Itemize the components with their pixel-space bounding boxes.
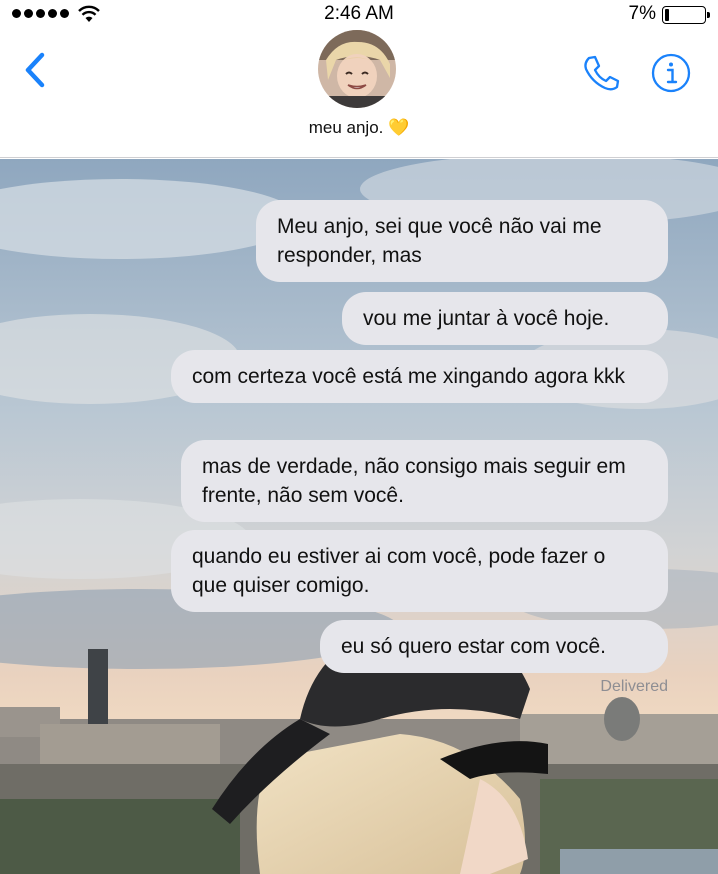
contact-name[interactable]: meu anjo. 💛 [0, 118, 718, 138]
message-thread[interactable]: Meu anjo, sei que você não vai me respon… [0, 159, 718, 874]
message-bubble[interactable]: vou me juntar à você hoje. [342, 292, 668, 345]
message-bubble[interactable]: com certeza você está me xingando agora … [171, 350, 668, 403]
message-bubble[interactable]: quando eu estiver ai com você, pode faze… [171, 530, 668, 612]
message-bubble[interactable]: mas de verdade, não consigo mais seguir … [181, 440, 668, 522]
battery-icon [662, 6, 710, 24]
delivered-status: Delivered [600, 678, 668, 695]
info-icon[interactable] [650, 52, 692, 94]
message-bubble[interactable]: eu só quero estar com você. [320, 620, 668, 673]
phone-icon[interactable] [580, 52, 622, 94]
message-bubble[interactable]: Meu anjo, sei que você não vai me respon… [256, 200, 668, 282]
conversation-header: meu anjo. 💛 [0, 30, 718, 158]
battery-percent: 7% [628, 3, 656, 24]
chevron-left-icon[interactable] [20, 50, 50, 90]
avatar[interactable] [318, 30, 396, 108]
status-bar: 2:46 AM 7% [0, 0, 718, 30]
status-time: 2:46 AM [324, 3, 394, 24]
